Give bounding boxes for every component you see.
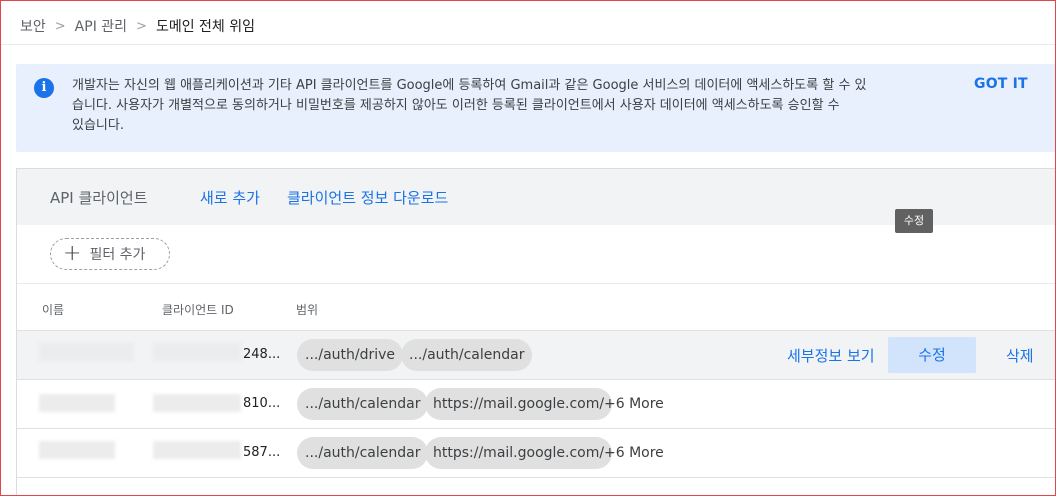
- scope-chip: https://mail.google.com/: [425, 437, 613, 469]
- card-title: API 클라이언트: [50, 189, 148, 207]
- breadcrumb-security[interactable]: 보안: [20, 16, 46, 36]
- add-filter-button[interactable]: + 필터 추가: [50, 238, 170, 270]
- breadcrumb-api-management[interactable]: API 관리: [75, 16, 127, 36]
- add-new-link[interactable]: 새로 추가: [200, 187, 260, 208]
- info-icon: i: [34, 78, 54, 98]
- scope-chip: .../auth/calendar: [297, 388, 429, 420]
- info-banner: i 개발자는 자신의 웹 애플리케이션과 기타 API 클라이언트를 Googl…: [16, 64, 1056, 152]
- divider: [0, 44, 1056, 45]
- more-scopes-link[interactable]: +6 More: [604, 445, 664, 461]
- delete-link[interactable]: 삭제: [1006, 345, 1034, 366]
- redacted-name: [39, 441, 115, 459]
- table-row[interactable]: 810... .../auth/calendar https://mail.go…: [17, 380, 1056, 429]
- scope-chip: .../auth/calendar: [401, 339, 533, 371]
- scope-chip: https://mail.google.com/: [425, 388, 613, 420]
- client-id-suffix: 587...: [243, 445, 281, 460]
- add-filter-label: 필터 추가: [89, 247, 146, 263]
- redacted-client-id: [153, 441, 241, 459]
- table-header: 이름 클라이언트 ID 범위: [17, 283, 1056, 331]
- column-header-name[interactable]: 이름: [42, 301, 64, 318]
- banner-line-1: 개발자는 자신의 웹 애플리케이션과 기타 API 클라이언트를 Google에…: [72, 78, 867, 93]
- redacted-client-id: [153, 394, 241, 412]
- column-header-scope[interactable]: 범위: [296, 301, 318, 318]
- client-id-suffix: 248...: [243, 347, 281, 362]
- table-row[interactable]: 248... .../auth/drive .../auth/calendar …: [17, 331, 1056, 380]
- redacted-name: [39, 394, 115, 412]
- download-client-info-link[interactable]: 클라이언트 정보 다운로드: [287, 187, 448, 208]
- scope-chip: .../auth/calendar: [297, 437, 429, 469]
- edit-tooltip: 수정: [895, 209, 933, 233]
- breadcrumb: 보안 > API 관리 > 도메인 전체 위임: [20, 14, 255, 38]
- redacted-name: [39, 343, 134, 361]
- column-header-client-id[interactable]: 클라이언트 ID: [162, 301, 234, 318]
- banner-line-3: 있습니다.: [72, 118, 124, 133]
- banner-line-2: 습니다. 사용자가 개별적으로 동의하거나 비밀번호를 제공하지 않아도 이러한…: [72, 98, 840, 113]
- chevron-right-icon: >: [136, 18, 147, 34]
- chevron-right-icon: >: [54, 18, 66, 34]
- plus-icon: +: [63, 241, 82, 266]
- breadcrumb-domain-wide-delegation: 도메인 전체 위임: [155, 19, 255, 35]
- scope-chip: .../auth/drive: [297, 339, 404, 371]
- more-scopes-link[interactable]: +6 More: [604, 396, 664, 412]
- redacted-client-id: [153, 343, 241, 361]
- view-details-link[interactable]: 세부정보 보기: [787, 345, 875, 366]
- client-id-suffix: 810...: [243, 396, 281, 411]
- edit-button[interactable]: 수정: [888, 337, 976, 373]
- table-row[interactable]: 587... .../auth/calendar https://mail.go…: [17, 429, 1056, 478]
- banner-text: 개발자는 자신의 웹 애플리케이션과 기타 API 클라이언트를 Google에…: [72, 76, 958, 136]
- got-it-button[interactable]: GOT IT: [974, 76, 1028, 92]
